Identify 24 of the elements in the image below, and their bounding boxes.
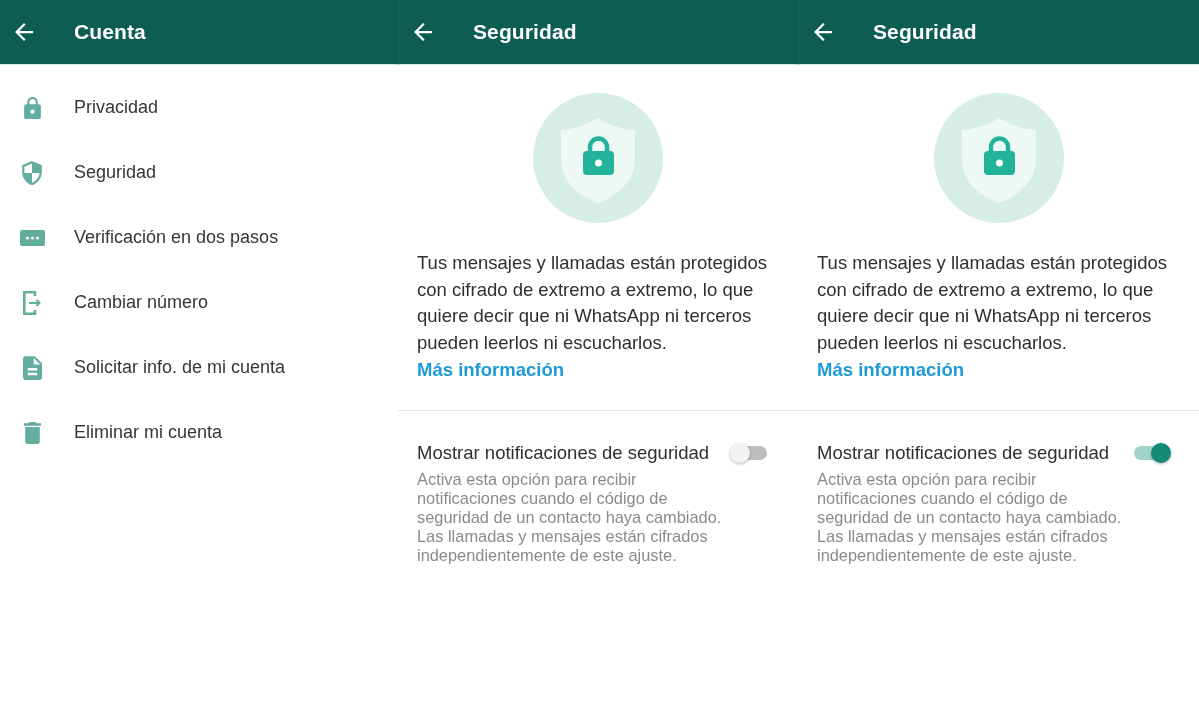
phone-arrow-icon [23,290,41,315]
setting-description: Activa esta opción para recibir notificaciones cuando el código de seguridad de un contacto haya cambiado. Las llamadas y mensajes están cifrados independientemente de este ajuste. [417,469,723,565]
trash-icon [23,421,41,444]
lock-icon [22,96,42,119]
encryption-info-text: Tus mensajes y llamadas están protegidos con cifrado de extremo a extremo, lo que quiere decir que ni WhatsApp ni terceros pueden leerlos ni escucharlos. Más información [417,251,768,382]
document-icon [22,355,42,380]
password-dots-icon [19,229,45,246]
menu-item[interactable]: Eliminar mi cuenta [0,400,398,465]
encryption-info-text: Tus mensajes y llamadas están protegidos con cifrado de extremo a extremo, lo que quiere decir que ni WhatsApp ni terceros pueden leerlos ni escucharlos. Más información [817,251,1168,382]
menu-item[interactable]: Cambiar número [0,270,398,335]
back-arrow-icon [13,23,35,41]
setting-description: Activa esta opción para recibir notificaciones cuando el código de seguridad de un contacto haya cambiado. Las llamadas y mensajes están cifrados independientemente de este ajuste. [817,469,1123,565]
back-arrow-icon [412,23,434,41]
back-arrow-icon [812,23,834,41]
menu-item[interactable]: Seguridad [0,140,398,205]
header-title: Cuenta [74,20,146,44]
menu-item[interactable]: Solicitar info. de mi cuenta [0,335,398,400]
shield-icon [22,160,42,185]
setting-title: Mostrar notificaciones de seguridad [417,440,710,465]
menu-item[interactable]: Privacidad [0,75,398,140]
setting-title: Mostrar notificaciones de seguridad [817,440,1110,465]
header-title: Seguridad [473,20,577,44]
menu-item[interactable]: Verificación en dos pasos [0,205,398,270]
header-title: Seguridad [873,20,977,44]
